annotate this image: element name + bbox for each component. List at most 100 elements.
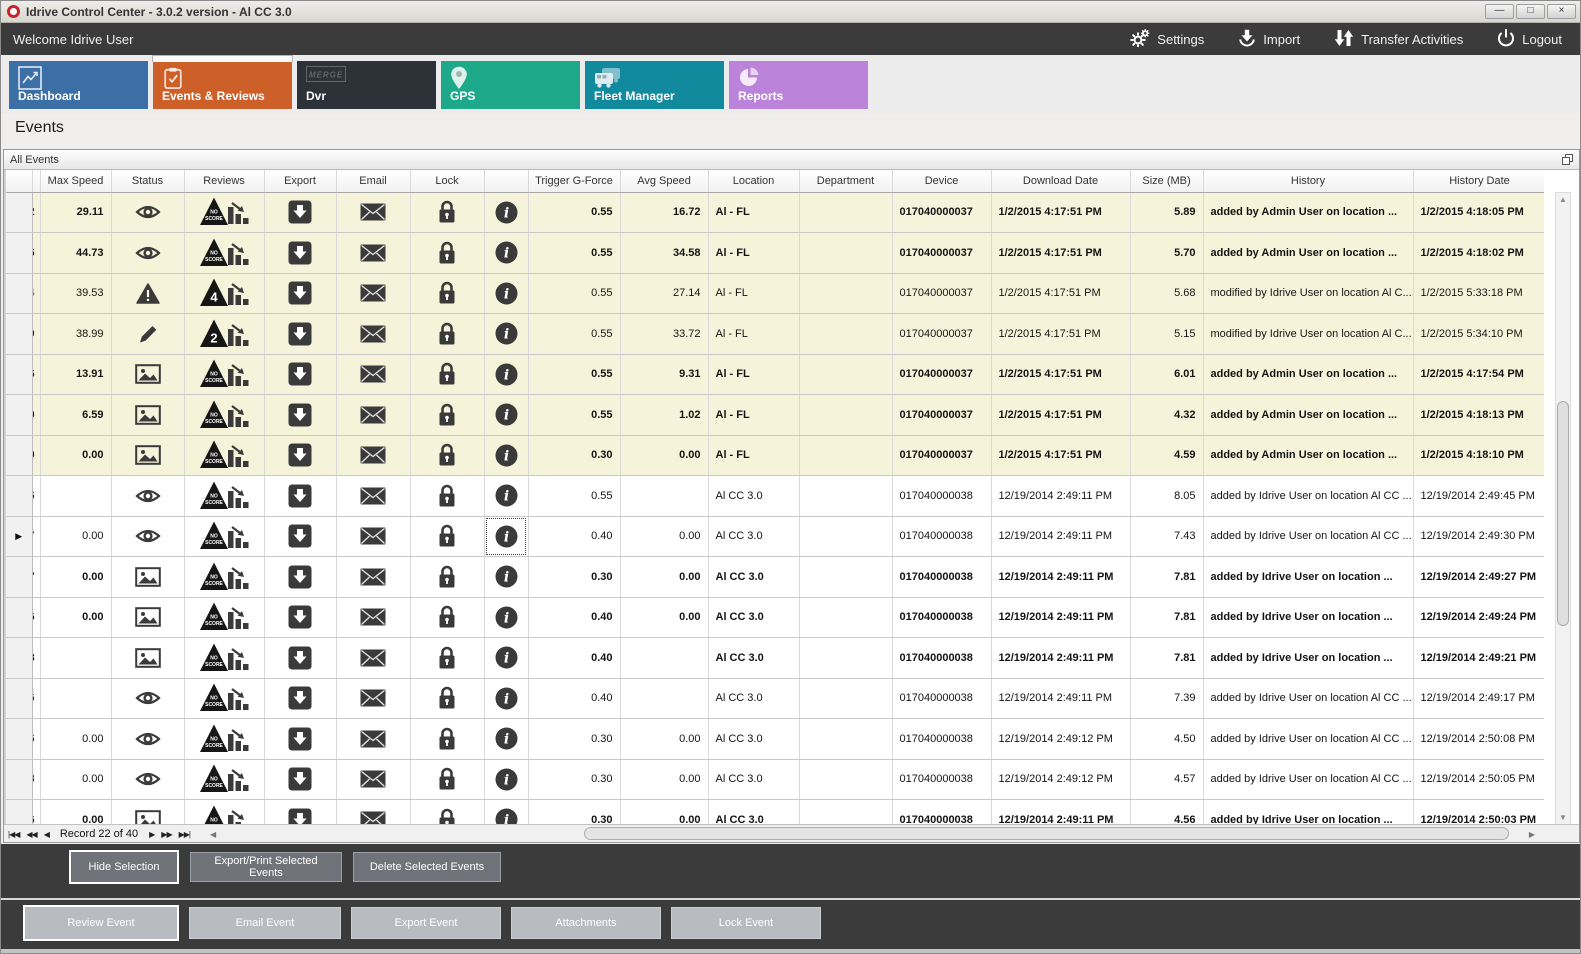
- info-button[interactable]: i: [484, 354, 528, 395]
- event-row[interactable]: 00.00NOSCOREi0.300.00Al - FL017040000037…: [6, 435, 1544, 476]
- tab-fleet-manager[interactable]: Fleet Manager: [585, 61, 724, 109]
- lock-button[interactable]: [410, 435, 484, 476]
- row-selector[interactable]: [6, 678, 32, 719]
- row-selector[interactable]: [6, 597, 32, 638]
- export-button[interactable]: [264, 233, 336, 274]
- col-header-lock[interactable]: Lock: [410, 170, 484, 192]
- col-header-trigger-g-force[interactable]: Trigger G-Force: [528, 170, 620, 192]
- col-header-size-mb-[interactable]: Size (MB): [1130, 170, 1203, 192]
- review-score-icon[interactable]: NOSCORE: [184, 516, 264, 557]
- info-button[interactable]: i: [484, 476, 528, 517]
- review-score-icon[interactable]: NOSCORE: [184, 800, 264, 827]
- tab-dashboard[interactable]: Dashboard: [9, 61, 148, 109]
- scroll-right-icon[interactable]: ▶: [1529, 830, 1535, 839]
- close-button[interactable]: ×: [1547, 4, 1576, 19]
- export-event-button[interactable]: Export Event: [351, 907, 501, 939]
- transfer-activities-button[interactable]: Transfer Activities: [1334, 29, 1463, 50]
- info-button[interactable]: i: [484, 233, 528, 274]
- export-button[interactable]: [264, 759, 336, 800]
- review-score-icon[interactable]: NOSCORE: [184, 354, 264, 395]
- email-button[interactable]: [336, 597, 410, 638]
- event-row[interactable]: 60.00NOSCOREi0.400.00Al CC 3.00170400000…: [6, 597, 1544, 638]
- email-button[interactable]: [336, 395, 410, 436]
- info-button[interactable]: i: [484, 557, 528, 598]
- prev-record-button[interactable]: ◀: [44, 830, 49, 839]
- info-button[interactable]: i: [484, 314, 528, 355]
- lock-button[interactable]: [410, 395, 484, 436]
- export-button[interactable]: [264, 678, 336, 719]
- email-button[interactable]: [336, 476, 410, 517]
- logout-button[interactable]: Logout: [1497, 29, 1562, 50]
- email-button[interactable]: [336, 800, 410, 827]
- col-header-reviews[interactable]: Reviews: [184, 170, 264, 192]
- row-selector[interactable]: [6, 435, 32, 476]
- event-row[interactable]: 938.992i0.5533.72Al - FL0170400000371/2/…: [6, 314, 1544, 355]
- scroll-left-icon[interactable]: ◀: [210, 830, 216, 839]
- row-selector[interactable]: [6, 638, 32, 679]
- email-button[interactable]: [336, 273, 410, 314]
- tab-reports[interactable]: Reports: [729, 61, 868, 109]
- review-score-icon[interactable]: NOSCORE: [184, 476, 264, 517]
- tab-dvr[interactable]: MERGEDvr: [297, 61, 436, 109]
- review-score-icon[interactable]: NOSCORE: [184, 719, 264, 760]
- export-button[interactable]: [264, 354, 336, 395]
- row-selector[interactable]: [6, 759, 32, 800]
- col-header-department[interactable]: Department: [799, 170, 892, 192]
- col-header-location[interactable]: Location: [708, 170, 799, 192]
- col-header-download-date[interactable]: Download Date: [991, 170, 1130, 192]
- review-score-icon[interactable]: NOSCORE: [184, 435, 264, 476]
- lock-button[interactable]: [410, 476, 484, 517]
- review-score-icon[interactable]: NOSCORE: [184, 597, 264, 638]
- event-row[interactable]: 613.91NOSCOREi0.559.31Al - FL01704000003…: [6, 354, 1544, 395]
- delete-selected-events-button[interactable]: Delete Selected Events: [353, 852, 501, 882]
- export-button[interactable]: [264, 800, 336, 827]
- info-button[interactable]: i: [484, 800, 528, 827]
- review-score-icon[interactable]: 4: [184, 273, 264, 314]
- maximize-button[interactable]: □: [1516, 4, 1545, 19]
- event-row[interactable]: 60.00NOSCOREi0.300.00Al CC 3.00170400000…: [6, 800, 1544, 827]
- row-selector[interactable]: [6, 395, 32, 436]
- lock-button[interactable]: [410, 192, 484, 233]
- row-selector[interactable]: [6, 192, 32, 233]
- event-row[interactable]: 229.11NOSCOREi0.5516.72Al - FL0170400000…: [6, 192, 1544, 233]
- first-record-button[interactable]: |◀◀: [8, 830, 19, 839]
- event-row[interactable]: 70.00NOSCOREi0.300.00Al CC 3.00170400000…: [6, 557, 1544, 598]
- review-event-button[interactable]: Review Event: [23, 905, 179, 941]
- lock-button[interactable]: [410, 314, 484, 355]
- email-event-button[interactable]: Email Event: [189, 907, 341, 939]
- lock-button[interactable]: [410, 800, 484, 827]
- col-header-history-date[interactable]: History Date: [1413, 170, 1544, 192]
- lock-button[interactable]: [410, 638, 484, 679]
- export-button[interactable]: [264, 273, 336, 314]
- vertical-scrollbar[interactable]: ▲ ▼: [1555, 192, 1571, 826]
- lock-button[interactable]: [410, 759, 484, 800]
- col-header-max-speed[interactable]: Max Speed: [40, 170, 111, 192]
- row-selector[interactable]: [6, 354, 32, 395]
- lock-button[interactable]: [410, 719, 484, 760]
- review-score-icon[interactable]: NOSCORE: [184, 759, 264, 800]
- review-score-icon[interactable]: NOSCORE: [184, 638, 264, 679]
- next-record-button[interactable]: ▶: [149, 830, 154, 839]
- info-button[interactable]: i: [484, 273, 528, 314]
- email-button[interactable]: [336, 233, 410, 274]
- review-score-icon[interactable]: NOSCORE: [184, 395, 264, 436]
- info-button[interactable]: i: [484, 719, 528, 760]
- vertical-scroll-thumb[interactable]: [1557, 401, 1569, 626]
- horizontal-scroll-thumb[interactable]: [584, 827, 1509, 840]
- row-selector[interactable]: [6, 273, 32, 314]
- lock-button[interactable]: [410, 516, 484, 557]
- info-button[interactable]: i: [484, 597, 528, 638]
- review-score-icon[interactable]: NOSCORE: [184, 192, 264, 233]
- event-row[interactable]: ▶70.00NOSCOREi0.400.00Al CC 3.0017040000…: [6, 516, 1544, 557]
- event-row[interactable]: 8NOSCOREi0.40Al CC 3.001704000003812/19/…: [6, 638, 1544, 679]
- row-selector[interactable]: [6, 314, 32, 355]
- event-row[interactable]: 644.73NOSCOREi0.5534.58Al - FL0170400000…: [6, 233, 1544, 274]
- horizontal-scrollbar[interactable]: [220, 827, 1521, 840]
- col-header-history[interactable]: History: [1203, 170, 1413, 192]
- event-row[interactable]: 6NOSCOREi0.40Al CC 3.001704000003812/19/…: [6, 678, 1544, 719]
- lock-button[interactable]: [410, 233, 484, 274]
- info-button[interactable]: i: [484, 678, 528, 719]
- fast-prev-button[interactable]: ◀◀: [26, 830, 36, 839]
- hide-selection-button[interactable]: Hide Selection: [69, 850, 179, 884]
- row-selector[interactable]: [6, 476, 32, 517]
